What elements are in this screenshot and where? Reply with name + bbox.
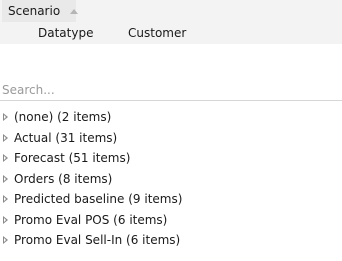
group-by-area: Scenario Datatype Customer bbox=[0, 0, 342, 44]
list-item[interactable]: Predicted baseline (9 items) bbox=[0, 189, 342, 210]
list-item-label: (none) (2 items) bbox=[14, 110, 112, 124]
list-item-label: Predicted baseline (9 items) bbox=[14, 192, 183, 206]
group-by-scenario-chip[interactable]: Scenario bbox=[2, 0, 79, 22]
column-header-customer[interactable]: Customer bbox=[124, 22, 244, 44]
group-list: (none) (2 items) Actual (31 items) Forec… bbox=[0, 107, 342, 261]
sort-ascending-icon[interactable] bbox=[70, 9, 79, 14]
list-item[interactable]: Promo Eval Sell-In (6 items) bbox=[0, 230, 342, 251]
list-item-label: Forecast (51 items) bbox=[14, 151, 131, 165]
expand-arrow-icon[interactable] bbox=[3, 154, 8, 162]
grouped-list-panel: Scenario Datatype Customer (none) (2 ite… bbox=[0, 0, 342, 261]
expand-arrow-icon[interactable] bbox=[3, 133, 8, 142]
expand-arrow-icon[interactable] bbox=[3, 215, 8, 224]
expand-arrow-icon[interactable] bbox=[3, 113, 8, 121]
column-header-customer-label: Customer bbox=[128, 26, 187, 40]
search-input[interactable] bbox=[0, 80, 342, 101]
column-header-datatype-label: Datatype bbox=[38, 26, 94, 40]
list-item[interactable]: Forecast (51 items) bbox=[0, 148, 342, 169]
expand-arrow-icon[interactable] bbox=[3, 195, 8, 203]
list-item-label: Orders (8 items) bbox=[14, 171, 113, 186]
column-header-datatype[interactable]: Datatype bbox=[26, 22, 124, 44]
list-item-label: Promo Eval Sell-In (6 items) bbox=[14, 233, 181, 247]
expand-arrow-icon[interactable] bbox=[3, 236, 8, 244]
list-item[interactable]: Orders (8 items) bbox=[0, 169, 342, 190]
list-item-label: Promo Eval POS (6 items) bbox=[14, 212, 168, 227]
list-item[interactable]: Actual (31 items) bbox=[0, 128, 342, 149]
group-by-scenario-label: Scenario bbox=[8, 4, 61, 18]
list-item[interactable]: (none) (2 items) bbox=[0, 107, 342, 128]
list-item[interactable]: Promo Eval POS (6 items) bbox=[0, 210, 342, 231]
expand-arrow-icon[interactable] bbox=[3, 174, 8, 183]
list-item-label: Actual (31 items) bbox=[14, 130, 118, 145]
